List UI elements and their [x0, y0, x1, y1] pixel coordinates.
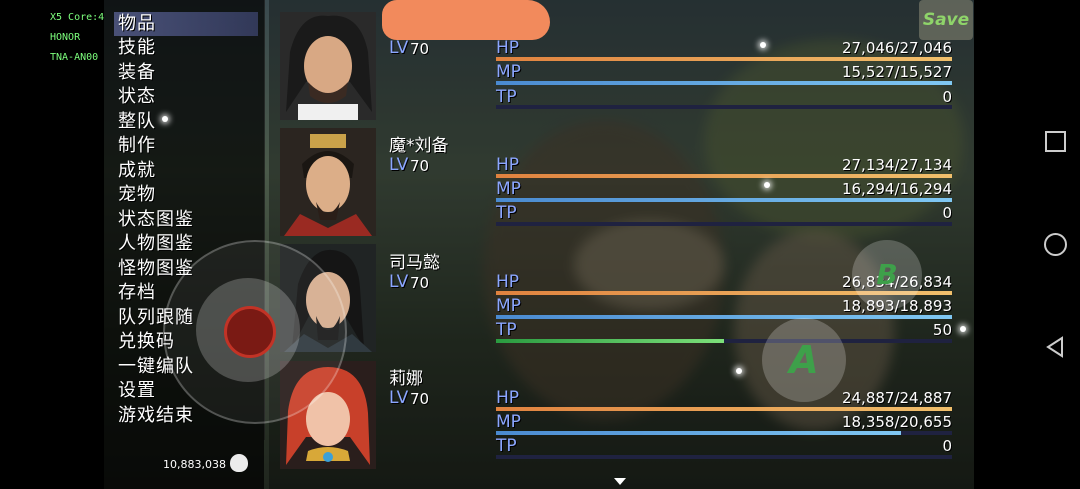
tp-label: TP	[496, 203, 517, 223]
hp-value: 27,046/27,046	[841, 39, 952, 57]
money-bag-icon	[230, 454, 248, 472]
home-icon[interactable]	[1044, 233, 1067, 256]
level-value: 70	[410, 390, 430, 408]
level-label: LV	[389, 38, 409, 58]
menu-item-state-book[interactable]: 状态图鉴	[118, 208, 194, 232]
sparkle	[162, 116, 168, 122]
tp-value: 0	[942, 437, 952, 455]
mp-gauge	[496, 198, 952, 202]
hp-gauge	[496, 407, 952, 411]
tp-gauge	[496, 105, 952, 109]
hp-gauge	[496, 57, 952, 61]
actor-name: 莉娜	[389, 369, 423, 389]
redaction-mark	[382, 0, 550, 40]
gold-value: 10,883,038	[163, 458, 226, 471]
menu-item-skills[interactable]: 技能	[118, 36, 156, 60]
tp-gauge	[496, 222, 952, 226]
hp-label: HP	[496, 38, 520, 58]
actor-portrait[interactable]	[280, 128, 376, 236]
menu-item-save[interactable]: 存档	[118, 281, 156, 305]
actor-name: 司马懿	[389, 253, 440, 273]
mp-label: MP	[496, 179, 521, 199]
menu-item-equip[interactable]: 装备	[118, 61, 156, 85]
mp-label: MP	[496, 296, 521, 316]
menu-item-items[interactable]: 物品	[114, 12, 258, 36]
game-screen: Save 物品 技能 装备 状态 整队 制作 成就 宠物 状态图鉴 人物图鉴 怪…	[104, 0, 974, 489]
actor-portrait[interactable]	[280, 12, 376, 120]
menu-item-status[interactable]: 状态	[118, 85, 156, 109]
hp-value: 27,134/27,134	[841, 156, 952, 174]
tp-value: 0	[942, 88, 952, 106]
tp-gauge	[496, 455, 952, 459]
tp-label: TP	[496, 436, 517, 456]
hp-label: HP	[496, 155, 520, 175]
tp-value: 50	[932, 321, 952, 339]
level-value: 70	[410, 40, 430, 58]
hp-label: HP	[496, 272, 520, 292]
level-value: 70	[410, 274, 430, 292]
level-label: LV	[389, 272, 409, 292]
mp-gauge	[496, 315, 952, 319]
menu-item-settings[interactable]: 设置	[118, 379, 156, 403]
level-label: LV	[389, 155, 409, 175]
debug-brand: HONOR	[50, 32, 81, 43]
recent-apps-icon[interactable]	[1045, 131, 1066, 152]
menu-item-craft[interactable]: 制作	[118, 134, 156, 158]
tp-label: TP	[496, 320, 517, 340]
b-button[interactable]: B	[852, 240, 922, 310]
tp-gauge	[496, 339, 952, 343]
mp-label: MP	[496, 62, 521, 82]
mp-value: 16,294/16,294	[841, 180, 952, 198]
a-button[interactable]: A	[762, 318, 846, 402]
sparkle	[760, 42, 766, 48]
actor-name: 魔*刘备	[389, 136, 449, 156]
gold-window: 10,883,038	[104, 440, 264, 489]
hp-value: 24,887/24,887	[841, 389, 952, 407]
hp-label: HP	[496, 388, 520, 408]
menu-item-achievements[interactable]: 成就	[118, 159, 156, 183]
save-button[interactable]: Save	[919, 0, 973, 40]
mp-label: MP	[496, 412, 521, 432]
sparkle	[736, 368, 742, 374]
menu-item-pets[interactable]: 宠物	[118, 183, 156, 207]
level-label: LV	[389, 388, 409, 408]
mp-gauge	[496, 81, 952, 85]
menu-item-game-end[interactable]: 游戏结束	[118, 404, 194, 428]
mp-value: 15,527/15,527	[841, 63, 952, 81]
tp-label: TP	[496, 87, 517, 107]
sparkle	[960, 326, 966, 332]
level-value: 70	[410, 157, 430, 175]
hp-gauge	[496, 174, 952, 178]
debug-model: TNA-AN00	[50, 52, 99, 63]
mp-value: 18,358/20,655	[841, 413, 952, 431]
sparkle	[764, 182, 770, 188]
scroll-down-arrow-icon[interactable]	[614, 478, 626, 485]
back-icon[interactable]	[1045, 336, 1065, 358]
joystick-knob[interactable]	[224, 306, 276, 358]
mp-gauge	[496, 431, 952, 435]
tp-value: 0	[942, 204, 952, 222]
menu-item-formation[interactable]: 整队	[118, 110, 156, 134]
menu-item-character-book[interactable]: 人物图鉴	[118, 232, 194, 256]
